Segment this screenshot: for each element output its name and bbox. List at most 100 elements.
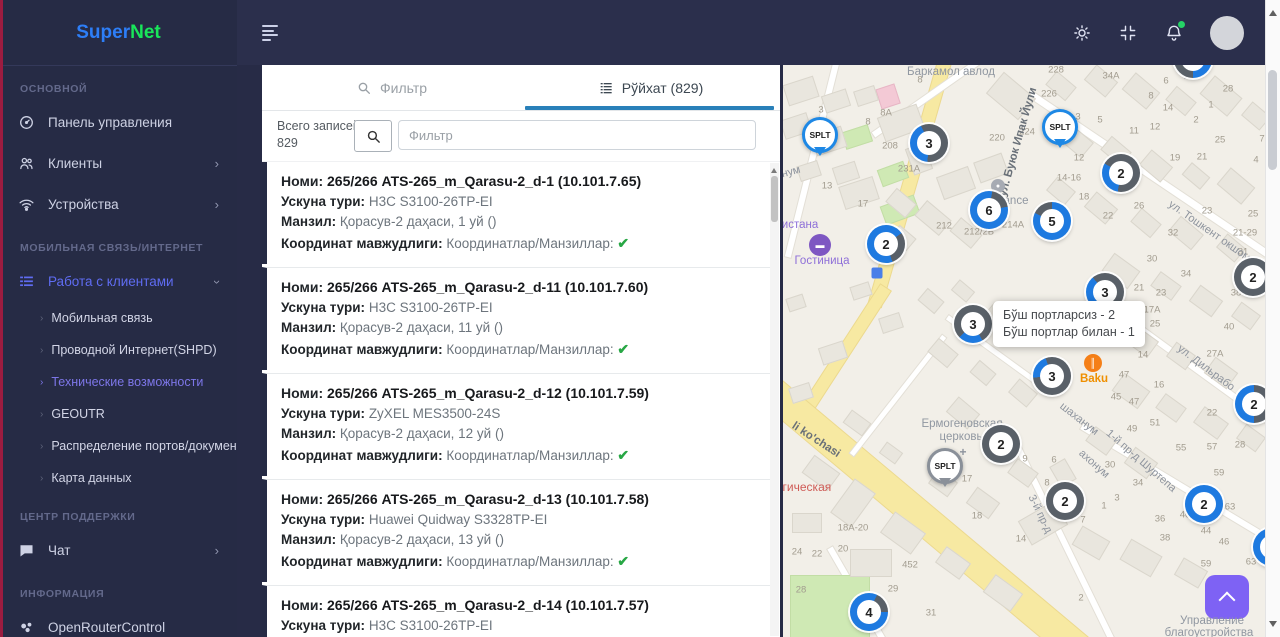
cluster-count: 2 (1192, 492, 1216, 516)
records-list[interactable]: Номи: 265/266 ATS-265_m_Qarasu-2_d-1 (10… (262, 162, 770, 637)
cluster-marker[interactable]: 3 (910, 124, 948, 162)
restaurant-icon: ║ (1084, 354, 1102, 372)
scrollbar-up-arrow[interactable] (1269, 6, 1277, 16)
user-avatar[interactable] (1210, 15, 1244, 50)
chevron-right-icon: › (40, 344, 44, 356)
cluster-marker[interactable]: 3 (954, 305, 992, 343)
scrollbar-down-arrow[interactable] (1269, 621, 1277, 631)
building-number: 12 (1149, 121, 1161, 133)
list-scrollbar[interactable] (770, 163, 779, 636)
splt-pin[interactable]: SPLT (1042, 109, 1078, 148)
pin-tail (1054, 139, 1066, 154)
sidebar-item-label: OpenRouterControl (48, 620, 166, 635)
sidebar-subitem-распределение-портов-документ[interactable]: › Распределение портов/документ (0, 430, 237, 462)
building-number: 17 (857, 198, 869, 210)
building-number: 25 (1247, 208, 1259, 220)
cluster-marker[interactable]: 4 (850, 593, 888, 631)
theme-sun-icon[interactable] (1072, 23, 1092, 43)
cluster-marker[interactable]: 2 (982, 425, 1020, 463)
building-number: 14-16 (1056, 172, 1082, 184)
sidebar-item-устройства[interactable]: Устройства › (0, 184, 237, 225)
search-button[interactable] (354, 120, 392, 152)
building-number: 45 (1110, 391, 1122, 403)
scroll-top-button[interactable] (1205, 575, 1249, 619)
building-number: 5 (1097, 114, 1103, 126)
splt-pin[interactable]: SPLT (927, 448, 963, 487)
cluster-marker[interactable]: 3 (1033, 357, 1071, 395)
filter-input[interactable] (398, 120, 756, 150)
cluster-marker[interactable]: 2 (1234, 258, 1266, 296)
record-card[interactable]: Номи: 265/266 ATS-265_m_Qarasu-2_d-14 (1… (262, 585, 770, 637)
sidebar-item-панель-управления[interactable]: Панель управления (0, 102, 237, 143)
building (1138, 149, 1174, 183)
building (1119, 538, 1163, 578)
building-number: 46 (1218, 536, 1230, 548)
building-number: 23 (1201, 205, 1213, 217)
cluster-count: 2 (1241, 265, 1265, 289)
tab-filter[interactable]: Фильтр (262, 65, 521, 110)
building-number: 8 (865, 116, 871, 128)
map-tooltip: Бўш портларсиз - 2 Бўш портлар билан - 1 (993, 301, 1145, 347)
sidebar-subitem-label: GEOUTR (51, 407, 105, 421)
filter-row: Всего записей: 829 (262, 111, 780, 162)
compress-fullscreen-icon[interactable] (1118, 23, 1138, 43)
sidebar-item-клиенты[interactable]: Клиенты › (0, 143, 237, 184)
record-card[interactable]: Номи: 265/266 ATS-265_m_Qarasu-2_d-12 (1… (262, 373, 770, 476)
cluster-marker[interactable]: 2 (1235, 385, 1266, 423)
cluster-marker[interactable]: 6 (970, 191, 1008, 229)
building (785, 293, 807, 313)
sidebar-item-работа-с-клиентами[interactable]: Работа с клиентами › (0, 261, 237, 302)
panel-tabs: Фильтр Рўйхат (829) (262, 65, 780, 111)
record-name: Номи: 265/266 ATS-265_m_Qarasu-2_d-1 (10… (281, 173, 642, 189)
cluster-marker[interactable]: 2 (1046, 482, 1084, 520)
splt-pin[interactable]: SPLT (802, 117, 838, 156)
building-number: 1 (1101, 500, 1107, 512)
record-card[interactable]: Номи: 265/266 ATS-265_m_Qarasu-2_d-13 (1… (262, 479, 770, 582)
building-number: 28 (1222, 83, 1234, 95)
sidebar-item-чат[interactable]: Чат › (0, 530, 237, 571)
sidebar-item-label: Устройства (48, 197, 119, 212)
record-coordinates: Координат мавжудлиги: Координатлар/Манзи… (281, 446, 630, 463)
scrollbar-thumb[interactable] (1268, 70, 1277, 170)
notifications-bell-icon[interactable] (1164, 20, 1185, 43)
page-scrollbar[interactable] (1265, 0, 1280, 637)
sidebar-subitem-проводной-интернет-shpd-[interactable]: › Проводной Интернет(SHPD) (0, 334, 237, 366)
check-icon: ✔ (617, 234, 630, 251)
building-number: 44 (1200, 525, 1212, 537)
building-number: 12 (1073, 152, 1085, 164)
record-device-type: Ускуна тури: H3C S3100-26TP-EI (281, 299, 493, 315)
cluster-marker[interactable]: 5 (1033, 202, 1071, 240)
menu-toggle-icon[interactable] (262, 25, 282, 41)
record-address: Манзил: Қорасув-2 даҳаси, 11 уй () (281, 320, 503, 335)
map-poi-label: истана (783, 219, 819, 231)
record-card[interactable]: Номи: 265/266 ATS-265_m_Qarasu-2_d-1 (10… (262, 162, 770, 264)
map[interactable]: 3 8 8A 208 231A 13 17 212 212/2Б 214A 220 224 8 228 34… (783, 65, 1266, 637)
app-logo[interactable]: SuperNet (0, 0, 237, 66)
sidebar-item-openroutercontrol[interactable]: OpenRouterControl (0, 607, 237, 637)
building-number: 14 (1137, 349, 1149, 361)
sidebar-subitem-label: Технические возможности (51, 375, 204, 389)
cluster-marker[interactable]: 2 (1102, 154, 1140, 192)
building-number: 34A (1102, 70, 1120, 82)
building-number: 21 (1196, 151, 1208, 163)
tab-list[interactable]: Рўйхат (829) (521, 65, 780, 110)
map-poi-label: Baku (1079, 373, 1109, 385)
tab-list-label: Рўйхат (829) (621, 79, 704, 96)
record-card[interactable]: Номи: 265/266 ATS-265_m_Qarasu-2_d-11 (1… (262, 267, 770, 370)
building-number: 8 (1148, 90, 1154, 102)
logo-part-1: Super (76, 22, 131, 43)
sidebar-subitem-технические-возможности[interactable]: › Технические возможности (0, 366, 237, 398)
building-number: 214A (1001, 219, 1025, 231)
building-number: 31 (925, 607, 937, 619)
cluster-marker[interactable]: 2 (1185, 485, 1223, 523)
sidebar-subitem-geoutr[interactable]: › GEOUTR (0, 398, 237, 430)
sidebar-subitem-мобильная-связь[interactable]: › Мобильная связь (0, 302, 237, 334)
chevron-up-icon (1218, 591, 1236, 609)
sidebar-subitem-карта-данных[interactable]: › Карта данных (0, 462, 237, 494)
cluster-marker[interactable]: 2 (867, 225, 905, 263)
building (1188, 284, 1224, 318)
accent-strip (0, 0, 3, 637)
sidebar-item-label: Чат (48, 543, 71, 558)
list-scrollbar-thumb[interactable] (771, 176, 778, 222)
record-address: Манзил: Қорасув-2 даҳаси, 1 уй () (281, 214, 497, 229)
